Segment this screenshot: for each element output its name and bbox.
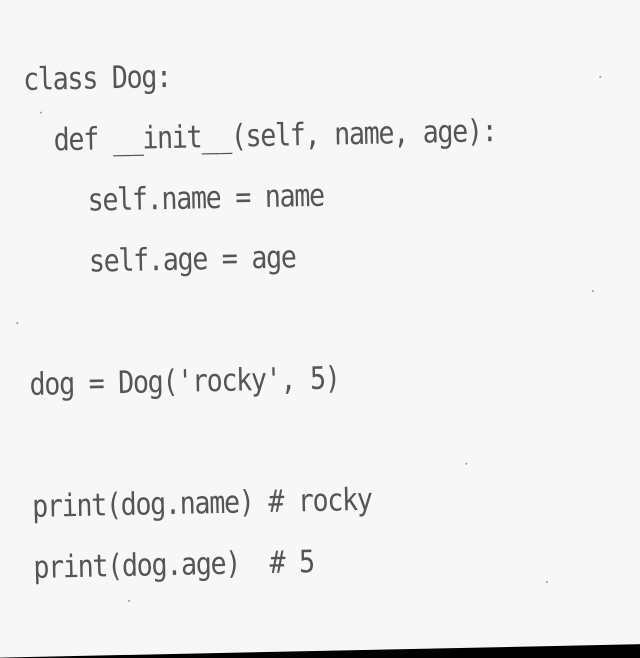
paper-speck (545, 581, 548, 584)
code-line-assign-name: self.name = name (87, 177, 325, 219)
paper-speck (591, 290, 594, 293)
paper-speck (465, 462, 468, 465)
code-page: class Dog: def __init__(self, name, age)… (0, 0, 640, 658)
code-block: class Dog: def __init__(self, name, age)… (23, 40, 506, 599)
paper-speck (128, 599, 131, 602)
code-line-class-def: class Dog: (22, 58, 172, 98)
code-line-print-name: print(dog.name) # rocky (31, 481, 372, 525)
paper-speck (599, 75, 602, 78)
paper-speck (16, 322, 19, 325)
code-line-init-def: def __init__(self, name, age): (53, 113, 497, 159)
code-line-instantiate: dog = Dog('rocky', 5) (29, 360, 340, 403)
code-line-print-age: print(dog.age) # 5 (33, 544, 315, 586)
paper-speck (39, 111, 42, 114)
code-line-assign-age: self.age = age (88, 239, 296, 280)
